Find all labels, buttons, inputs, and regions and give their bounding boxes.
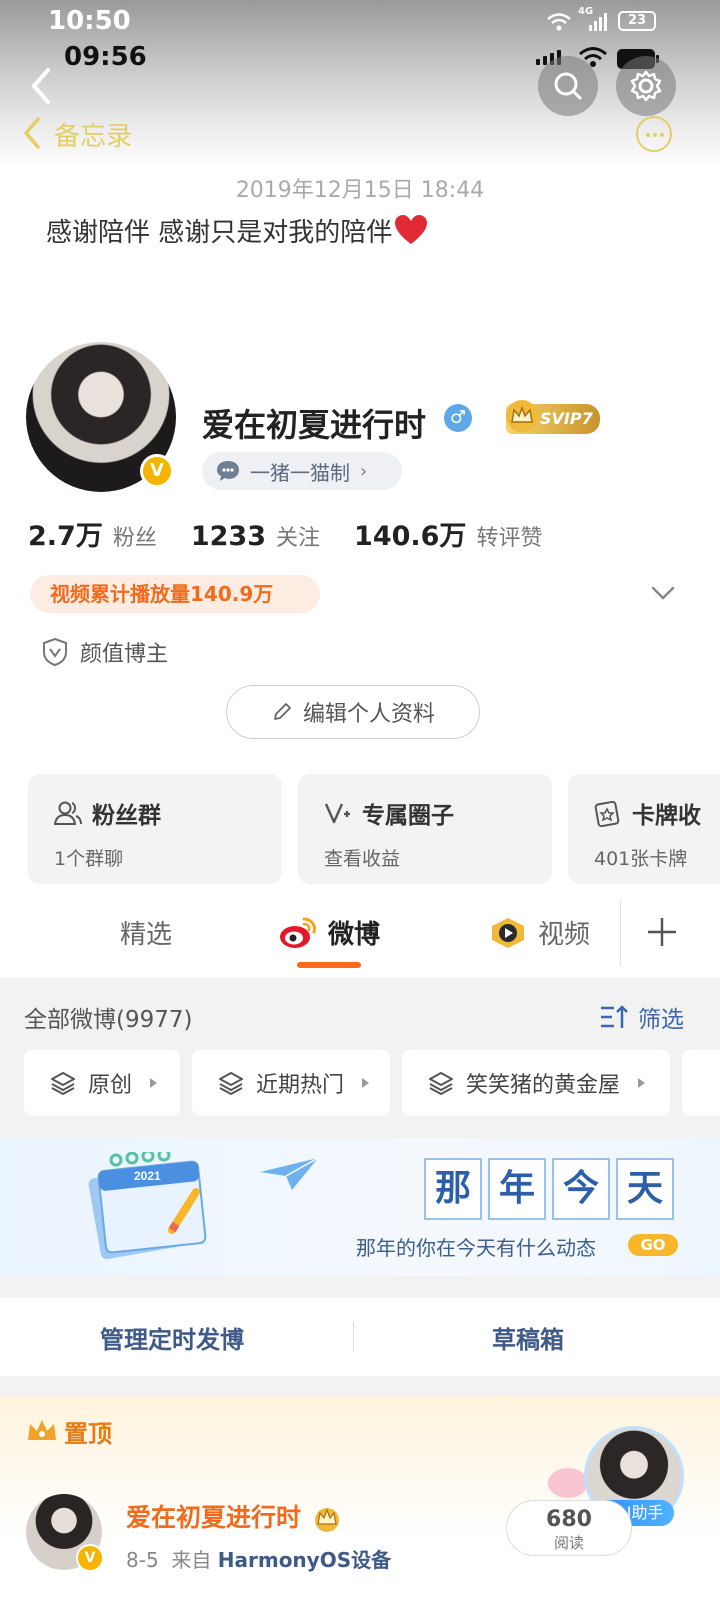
profile-tag-label: 一猪一猫制 — [250, 460, 350, 485]
post-author-name[interactable]: 爱在初夏进行时 — [126, 1498, 344, 1534]
search-icon — [554, 72, 582, 100]
card-star-icon — [594, 800, 620, 827]
manage-scheduled-posts-button[interactable]: 管理定时发博 — [100, 1320, 244, 1355]
shield-icon — [43, 637, 67, 667]
signal-icon — [588, 12, 610, 36]
banner-char-1: 那 — [424, 1158, 482, 1220]
edit-profile-button[interactable]: 编辑个人资料 — [226, 685, 480, 739]
pencil-icon — [274, 703, 291, 720]
status-bar-time-outer: 10:50 — [48, 6, 131, 36]
pinned-label: 置顶 — [64, 1420, 112, 1448]
read-label: 阅读 — [553, 1534, 584, 1552]
people-icon — [54, 801, 82, 825]
edit-profile-label: 编辑个人资料 — [302, 702, 435, 727]
banner-subtitle: 那年的你在今天有什么动态 — [356, 1236, 596, 1260]
profile-tag[interactable]: 一猪一猫制 › — [202, 452, 402, 490]
heart-icon — [394, 215, 428, 252]
crown-icon — [504, 398, 540, 438]
tab-featured[interactable]: 精选 — [120, 914, 172, 951]
weibo-logo-icon — [280, 917, 316, 948]
tab-active-indicator — [297, 962, 361, 968]
calendar-icon: 2021 — [72, 1148, 222, 1266]
video-play-icon — [492, 917, 524, 948]
manage-divider — [353, 1322, 354, 1352]
card-exclusive-circle[interactable]: 专属圈子 查看收益 — [298, 774, 552, 884]
post-meta: 8-5 来自 HarmonyOS设备 — [126, 1548, 392, 1572]
stat-likes[interactable]: 140.6万 转评赞 — [354, 514, 542, 553]
pig-decoration-icon — [548, 1468, 588, 1498]
card-collection[interactable]: 卡牌收 401张卡牌 — [568, 774, 720, 884]
chat-bubble-icon — [217, 461, 239, 481]
all-weibo-count: 全部微博(9977) — [24, 1007, 193, 1033]
chevron-down-icon[interactable] — [650, 584, 676, 606]
circle-v-icon — [324, 803, 350, 824]
more-options-icon[interactable] — [636, 116, 672, 152]
layers-icon — [219, 1072, 243, 1095]
gear-icon — [630, 70, 662, 102]
settings-button[interactable] — [616, 56, 676, 116]
read-count: 680 — [546, 1507, 592, 1532]
tab-video[interactable]: 视频 — [488, 914, 590, 951]
post-verified-badge: V — [76, 1544, 104, 1572]
layers-icon — [51, 1072, 75, 1095]
search-button[interactable] — [538, 56, 598, 116]
profile-badge-label: 颜值博主 — [80, 642, 169, 667]
banner-char-2: 年 — [488, 1158, 546, 1220]
card-fan-group-sub: 1个群聊 — [54, 848, 124, 870]
svg-text:2021: 2021 — [134, 1169, 161, 1183]
chip-more[interactable] — [682, 1050, 720, 1116]
banner-char-4: 天 — [616, 1158, 674, 1220]
paper-plane-icon — [258, 1156, 320, 1196]
banner-char-3: 今 — [552, 1158, 610, 1220]
card-fan-group[interactable]: 粉丝群 1个群聊 — [28, 774, 282, 884]
card-exclusive-circle-sub: 查看收益 — [324, 848, 401, 870]
stat-following[interactable]: 1233 关注 — [191, 520, 320, 552]
layers-icon — [429, 1072, 453, 1095]
author-crown-icon — [314, 1508, 339, 1532]
memo-back-icon[interactable] — [22, 116, 42, 150]
chip-recent-hot[interactable]: 近期热门 — [192, 1050, 390, 1116]
memo-date: 2019年12月15日 18:44 — [235, 178, 485, 203]
svip-label: SVIP7 — [540, 409, 593, 428]
wifi-icon — [546, 12, 572, 36]
add-tab-icon[interactable] — [646, 916, 678, 952]
tab-divider — [620, 900, 621, 966]
filter-button[interactable]: 筛选 — [600, 1000, 684, 1034]
read-count-badge[interactable]: 680 阅读 — [506, 1500, 632, 1556]
card-exclusive-circle-title: 专属圈子 — [362, 803, 454, 829]
stat-fans[interactable]: 2.7万 粉丝 — [28, 514, 157, 553]
memo-back-label[interactable]: 备忘录 — [54, 116, 132, 153]
tab-weibo[interactable]: 微博 — [278, 914, 380, 951]
back-arrow-icon[interactable] — [26, 64, 56, 108]
profile-name: 爱在初夏进行时 — [202, 406, 427, 444]
filter-label: 筛选 — [638, 1007, 684, 1033]
card-collection-sub: 401张卡牌 — [594, 848, 688, 870]
male-icon: ♂ — [444, 404, 472, 432]
verified-badge: V — [140, 454, 174, 488]
chip-original[interactable]: 原创 — [24, 1050, 180, 1116]
pinned-crown-icon — [26, 1416, 58, 1450]
drafts-button[interactable]: 草稿箱 — [492, 1320, 564, 1355]
filter-icon — [601, 1005, 628, 1028]
card-fan-group-title: 粉丝群 — [92, 803, 161, 829]
card-collection-title: 卡牌收 — [632, 803, 701, 829]
status-bar-time-inner: 09:56 — [64, 42, 147, 72]
banner-go-button[interactable]: GO — [628, 1234, 678, 1256]
profile-badge-row[interactable]: 颜值博主 — [42, 636, 168, 668]
battery-indicator: 23 — [618, 11, 656, 31]
video-plays-badge[interactable]: 视频累计播放量140.9万 — [30, 575, 320, 613]
chevron-right-icon: › — [360, 460, 368, 482]
memo-text-content: 感谢陪伴 感谢只是对我的陪伴 — [46, 218, 393, 248]
memo-text: 感谢陪伴 感谢只是对我的陪伴 — [46, 212, 428, 252]
chip-gold-house[interactable]: 笑笑猪的黄金屋 — [402, 1050, 670, 1116]
profile-stats: 2.7万 粉丝 1233 关注 140.6万 转评赞 — [28, 514, 576, 553]
